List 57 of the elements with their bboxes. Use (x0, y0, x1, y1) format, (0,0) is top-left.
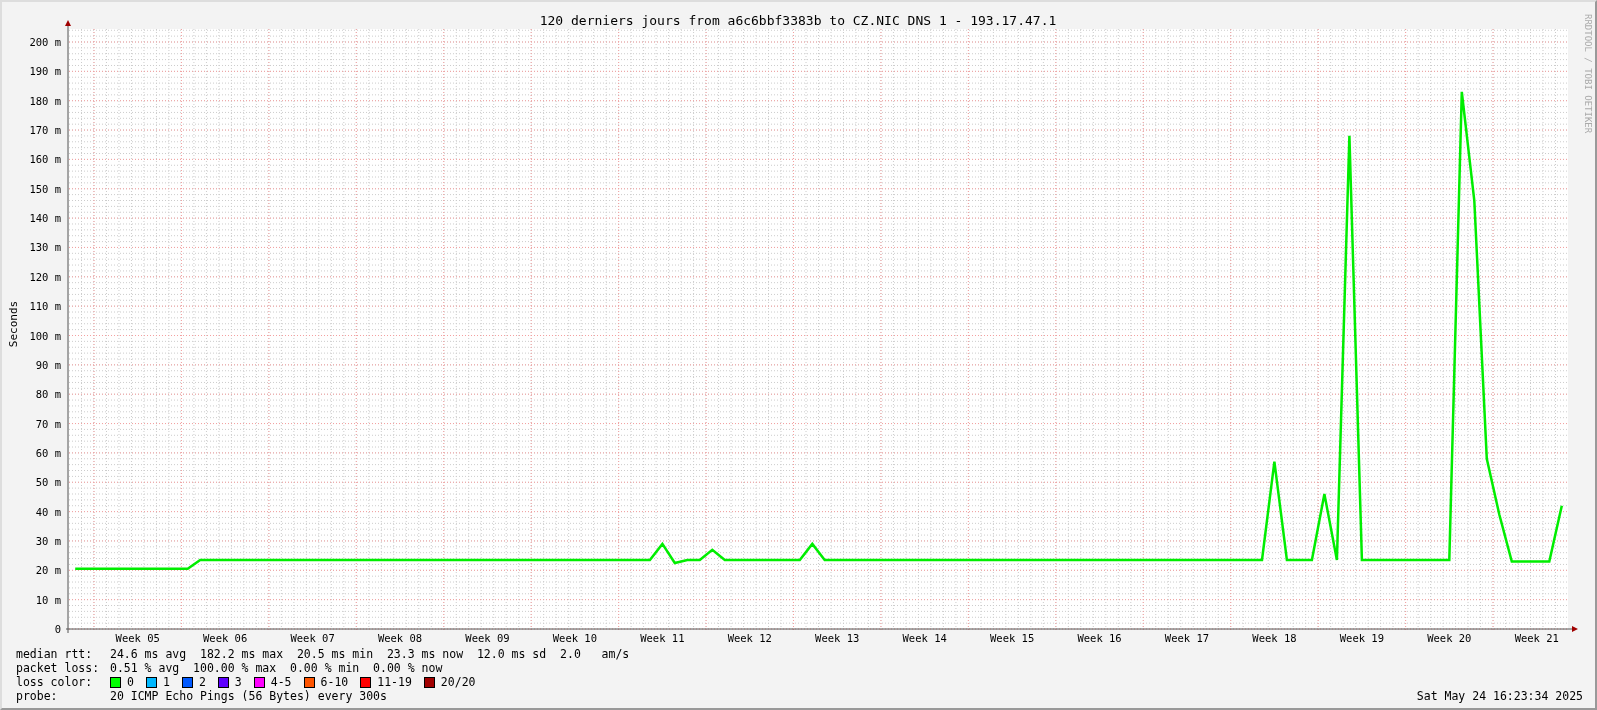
y-tick-label: 120 m (29, 270, 61, 283)
y-tick-label: 110 m (29, 300, 61, 313)
x-tick-label: Week 21 (1514, 632, 1559, 644)
loss-color-label: 3 (234, 675, 242, 689)
loss-color-label: 2 (198, 675, 206, 689)
y-tick-label: 10 m (35, 593, 61, 606)
legend-label: packet loss: (16, 661, 101, 675)
x-tick-label: Week 11 (640, 632, 685, 644)
y-tick-label: 40 m (35, 505, 61, 518)
y-tick-label: 20 m (35, 564, 61, 577)
legend-label: probe: (16, 689, 59, 703)
probe-info: 20 ICMP Echo Pings (56 Bytes) every 300s (110, 689, 387, 703)
y-tick-label: 190 m (29, 65, 61, 78)
legend-label: loss color: (16, 675, 94, 689)
x-tick-label: Week 14 (902, 632, 947, 644)
y-tick-label: 170 m (29, 124, 61, 137)
loss-color-label: 6-10 (320, 675, 349, 689)
y-tick-label: 30 m (35, 534, 61, 547)
timestamp: Sat May 24 16:23:34 2025 (1416, 689, 1583, 703)
y-tick-label: 140 m (29, 212, 61, 225)
x-tick-label: Week 12 (727, 632, 772, 644)
x-tick-label: Week 19 (1339, 632, 1384, 644)
y-tick-label: 150 m (29, 182, 61, 195)
x-tick-label: Week 05 (115, 632, 160, 644)
x-tick-label: Week 06 (203, 632, 248, 644)
x-tick-label: Week 07 (290, 632, 335, 644)
y-tick-label: 90 m (35, 358, 61, 371)
median-rtt-stats: 24.6 ms avg 182.2 ms max 20.5 ms min 23.3 ms now 12.0 ms sd 2.0 am/s (110, 647, 630, 661)
x-tick-label: Week 10 (552, 632, 598, 644)
chart-title: 120 derniers jours from a6c6bbf3383b to CZ.NIC DNS 1 - 193.17.47.1 (539, 13, 1057, 28)
x-tick-label: Week 16 (1077, 632, 1122, 644)
y-tick-label: 0 (54, 623, 61, 635)
x-tick-label: Week 20 (1427, 632, 1472, 644)
loss-color-label: 11-19 (377, 675, 412, 689)
y-tick-label: 160 m (29, 153, 61, 166)
x-tick-label: Week 17 (1164, 632, 1210, 644)
x-tick-label: Week 09 (465, 632, 510, 644)
y-axis-title: Seconds (7, 300, 20, 348)
y-tick-label: 80 m (35, 388, 61, 401)
y-tick-label: 60 m (35, 446, 61, 459)
loss-color-label: 4-5 (270, 675, 292, 689)
loss-color-label: 1 (162, 675, 170, 689)
x-tick-label: Week 08 (377, 632, 423, 644)
loss-color-label: 20/20 (440, 675, 476, 689)
x-tick-label: Week 15 (990, 632, 1035, 644)
legend-label: median rtt: (16, 647, 94, 661)
x-tick-label: Week 13 (815, 632, 860, 644)
y-tick-label: 200 m (29, 36, 61, 48)
y-tick-label: 70 m (35, 417, 61, 430)
y-tick-label: 100 m (29, 329, 61, 342)
y-tick-label: 50 m (35, 476, 61, 489)
y-tick-label: 130 m (29, 241, 61, 254)
packet-loss-stats: 0.51 % avg 100.00 % max 0.00 % min 0.00 % now (110, 661, 443, 675)
loss-color-label: 0 (127, 675, 134, 689)
watermark-text: RRDTOOL / TOBI OETIKER (1583, 14, 1593, 134)
y-tick-label: 180 m (29, 94, 61, 107)
x-tick-label: Week 18 (1252, 632, 1297, 644)
